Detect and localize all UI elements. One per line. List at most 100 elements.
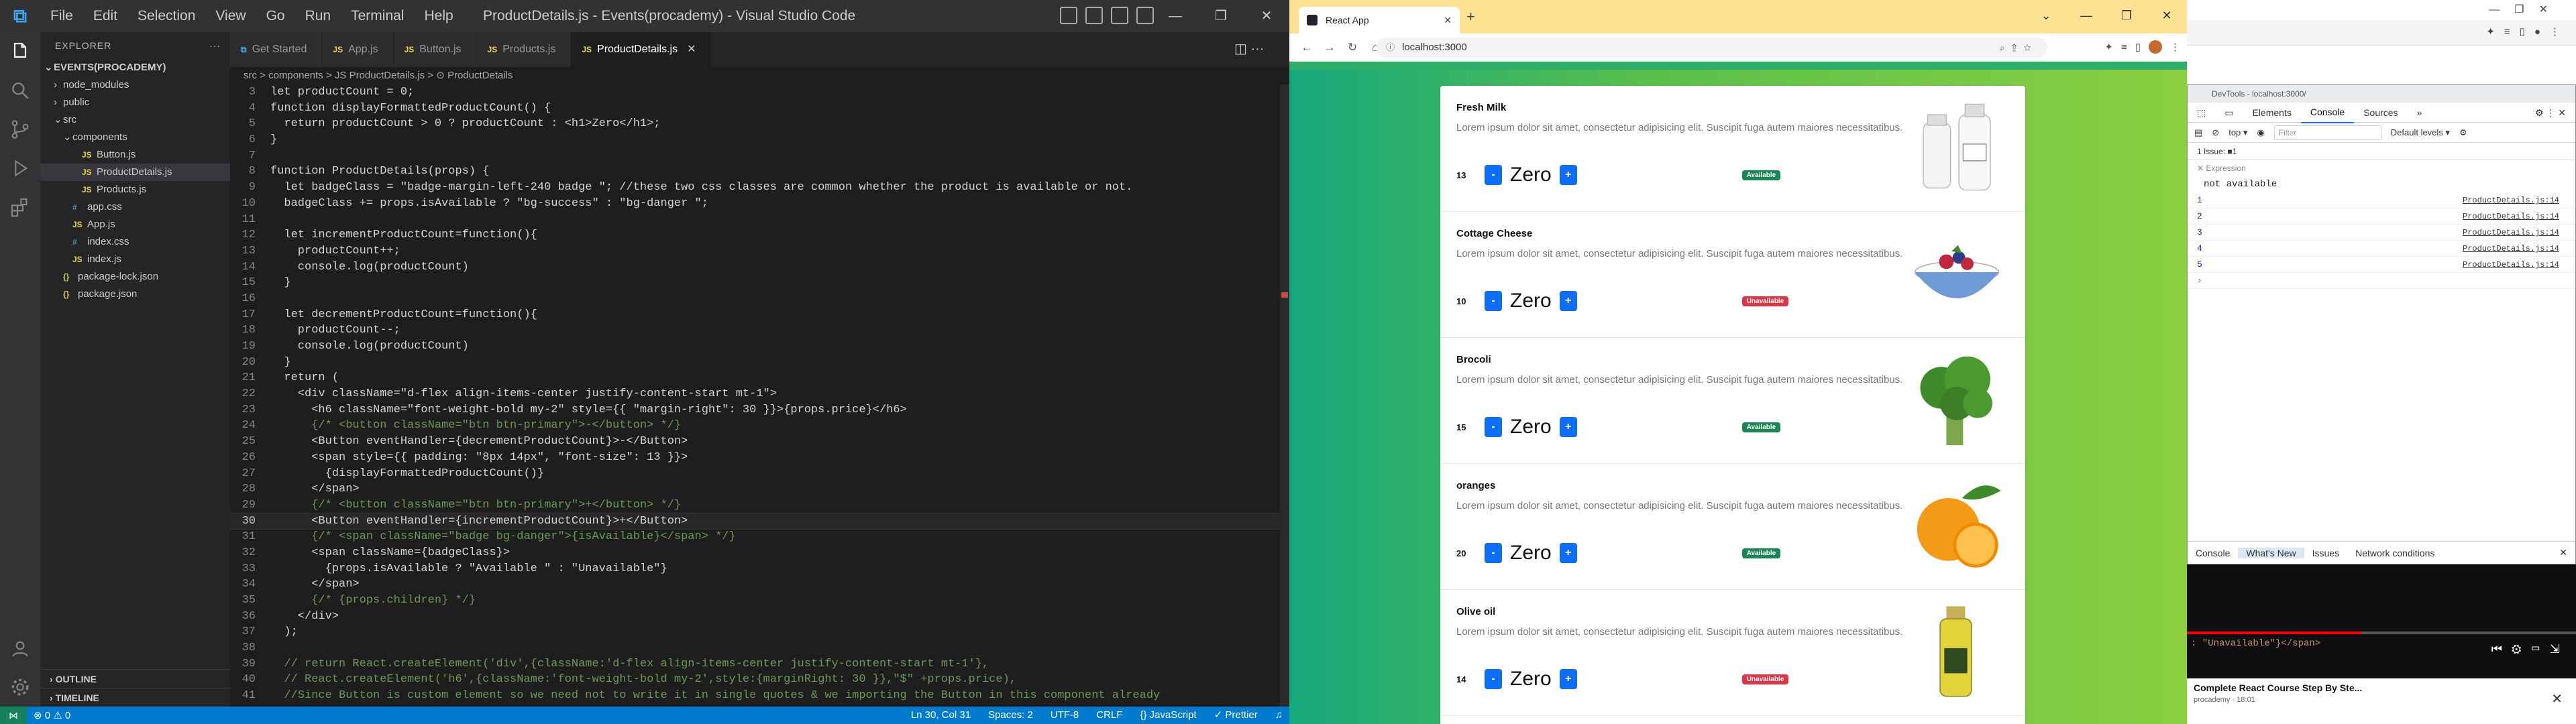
increment-button[interactable]: + [1559,669,1577,689]
tab-get-started[interactable]: ⧉ Get Started [230,32,323,67]
drawer-tab-issues[interactable]: Issues [2304,548,2347,558]
device-toolbar-icon[interactable]: ▭ [2215,103,2243,123]
project-root[interactable]: ⌄EVENTS(PROCADEMY) [40,59,230,76]
increment-button[interactable]: + [1559,543,1577,563]
settings-gear-icon[interactable] [0,668,40,707]
tab-close-icon[interactable]: ✕ [1444,7,1452,34]
tree-item[interactable]: JS App.js [40,216,230,233]
log-levels-select[interactable]: Default levels ▾ [2391,127,2450,138]
devtools-tab-console[interactable]: Console [2300,102,2355,123]
close-icon[interactable]: ✕ [2551,690,2563,707]
tree-item[interactable]: JS ProductDetails.js [40,164,230,181]
menu-item-edit[interactable]: Edit [83,0,127,32]
video-channel[interactable]: procademy · 18:01 [2194,696,2569,704]
forward-icon[interactable]: → [1320,41,1339,54]
decrement-button[interactable]: - [1485,417,1502,437]
log-source-link[interactable]: ProductDetails.js:14 [2463,241,2559,257]
avatar[interactable] [2149,40,2162,54]
drawer-tab-what-s-new[interactable]: What's New [2238,547,2304,558]
video-title[interactable]: Complete React Course Step By Ste... [2194,682,2569,693]
menu-item-terminal[interactable]: Terminal [341,0,414,32]
video-miniplayer[interactable]: : "Unavailable"}</span> ⏮⚙▭⇲ Complete Re… [2187,564,2576,724]
breadcrumb[interactable]: src > components > JS ProductDetails.js … [230,67,1289,84]
log-source-link[interactable]: ProductDetails.js:14 [2463,208,2559,225]
restore-icon[interactable]: ❐ [1198,0,1244,32]
sidepanel-icon[interactable]: ▯ [2135,41,2141,53]
tree-item[interactable]: › node_modules [40,76,230,94]
decrement-button[interactable]: - [1485,669,1502,689]
problems-status[interactable]: ⊗ 0 ⚠ 0 [27,709,70,721]
search-icon[interactable] [0,71,40,110]
toggle-panel-icon[interactable] [1085,7,1103,24]
sidebar-toggle-icon[interactable]: ▤ [2194,127,2202,138]
explorer-icon[interactable] [0,32,40,71]
drawer-tab-network-conditions[interactable]: Network conditions [2347,548,2443,558]
menu-item-help[interactable]: Help [414,0,463,32]
language-mode[interactable]: {} JavaScript [1140,707,1196,724]
log-source-link[interactable]: ProductDetails.js:14 [2463,257,2559,273]
remote-icon[interactable]: ⋈ [0,707,27,724]
tree-item[interactable]: {} package.json [40,286,230,303]
browser-tab[interactable]: React App ✕ [1299,7,1460,34]
log-source-link[interactable]: ProductDetails.js:14 [2463,225,2559,241]
omnibox-actions-icon[interactable]: ⌕⇪☆ [2000,38,2038,58]
devtools-tab-sources[interactable]: Sources [2354,103,2407,123]
menu-item-run[interactable]: Run [295,0,341,32]
video-progress-bar[interactable] [2187,631,2576,634]
console-settings-icon[interactable]: ⚙ [2459,127,2467,138]
source-control-icon[interactable] [0,110,40,149]
issues-bar[interactable]: 1 Issue: ■1 [2188,143,2575,160]
editor-scrollbar[interactable] [1280,84,1289,707]
indentation[interactable]: Spaces: 2 [988,707,1033,724]
prettier-status[interactable]: ✓ Prettier [1214,707,1258,724]
line-endings[interactable]: CRLF [1096,707,1122,724]
drawer-close-icon[interactable]: ✕ [2551,547,2575,558]
menu-item-file[interactable]: File [40,0,83,32]
cursor-position[interactable]: Ln 30, Col 31 [911,707,971,724]
restore-icon[interactable]: ❐ [2106,0,2147,31]
video-controls-icon[interactable]: ⏮⚙▭⇲ [2491,642,2569,656]
minimize-icon[interactable]: — [1152,0,1198,32]
increment-button[interactable]: + [1559,417,1577,437]
eye-icon[interactable]: ◉ [2257,127,2264,138]
run-debug-icon[interactable] [0,149,40,188]
chevron-down-icon[interactable]: ⌄ [2026,0,2066,31]
tree-item[interactable]: {} package-lock.json [40,268,230,286]
notifications-bell-icon[interactable]: ♫ [1275,707,1283,724]
increment-button[interactable]: + [1559,165,1577,185]
tree-item[interactable]: JS index.js [40,251,230,268]
menu-item-selection[interactable]: Selection [127,0,205,32]
menu-item-go[interactable]: Go [256,0,295,32]
inspect-icon[interactable]: ⬚ [2188,103,2215,123]
extension-icon[interactable]: ✦ [2104,41,2113,53]
tab-products-js[interactable]: JS Products.js [476,32,572,67]
info-icon[interactable]: ⓘ [1386,38,1395,58]
new-tab-icon[interactable]: + [1466,7,1475,27]
devtools-settings-icon[interactable]: ⚙ ⋮ ✕ [2526,103,2575,123]
decrement-button[interactable]: - [1485,291,1502,311]
tree-item[interactable]: › public [40,94,230,111]
tree-item[interactable]: ⌄components [40,129,230,146]
tab-button-js[interactable]: JS Button.js [393,32,477,67]
timeline-section[interactable]: › TIMELINE [40,688,230,707]
decrement-button[interactable]: - [1485,543,1502,563]
tab-close-icon[interactable]: ✕ [687,44,696,55]
code-editor[interactable]: 3 let productCount = 0; 4 function displayF… [230,84,1289,707]
reload-icon[interactable]: ↻ [1343,41,1362,54]
devtools-tab-[interactable]: » [2408,103,2432,123]
encoding[interactable]: UTF-8 [1051,707,1079,724]
decrement-button[interactable]: - [1485,165,1502,185]
tree-item[interactable]: # app.css [40,198,230,216]
toggle-secondary-sidebar-icon[interactable] [1111,7,1128,24]
log-source-link[interactable]: ProductDetails.js:14 [2463,192,2559,208]
account-icon[interactable] [0,629,40,668]
minimize-icon[interactable]: — [2066,0,2106,31]
back-icon[interactable]: ← [1297,41,1316,54]
customize-layout-icon[interactable] [1136,7,1154,24]
menu-item-view[interactable]: View [205,0,256,32]
address-bar[interactable]: ⓘ localhost:3000 ⌕⇪☆ [1377,38,2047,58]
tab-app-js[interactable]: JS App.js [322,32,394,67]
reading-list-icon[interactable]: ≡ [2121,42,2127,53]
context-selector[interactable]: top ▾ [2229,127,2247,138]
increment-button[interactable]: + [1559,291,1577,311]
